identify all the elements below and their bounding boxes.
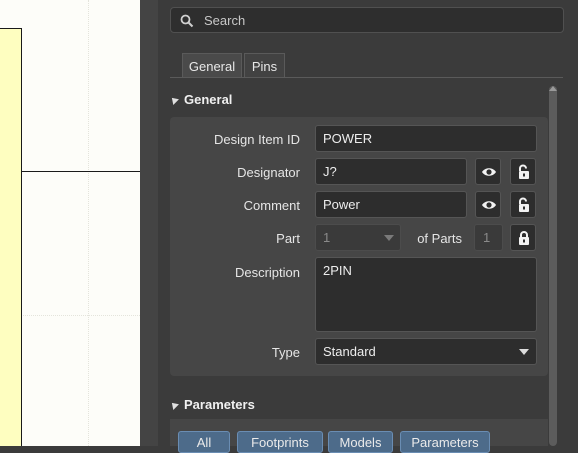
search-input[interactable]: Search	[170, 7, 564, 33]
design-item-id-field[interactable]: POWER	[315, 125, 537, 152]
search-icon	[180, 14, 194, 28]
type-label: Type	[271, 345, 300, 360]
general-section-title: General	[184, 92, 233, 107]
designator-visibility-button[interactable]	[475, 158, 501, 185]
part-lock-button[interactable]	[510, 224, 536, 251]
designator-label: Designator	[237, 165, 300, 180]
unlock-icon	[519, 164, 529, 179]
collapse-triangle-icon	[169, 95, 179, 105]
parameters-section-title: Parameters	[184, 397, 255, 412]
schematic-canvas[interactable]	[0, 0, 140, 446]
eye-icon	[482, 168, 496, 176]
part-label: Part	[276, 231, 300, 246]
tab-pins[interactable]: Pins	[244, 53, 285, 78]
of-parts-field: 1	[474, 224, 503, 251]
eye-icon	[482, 201, 496, 209]
tab-divider	[170, 77, 563, 78]
filter-models-button[interactable]: Models	[328, 431, 393, 453]
comment-lock-button[interactable]	[510, 191, 536, 218]
comment-visibility-button[interactable]	[475, 191, 501, 218]
type-select[interactable]: Standard	[315, 338, 537, 365]
grid-line	[88, 0, 90, 446]
description-label: Description	[234, 265, 300, 280]
filter-parameters-button[interactable]: Parameters	[400, 431, 490, 453]
general-section-header[interactable]: General	[169, 92, 233, 107]
type-select-value: Standard	[323, 344, 376, 359]
collapse-triangle-icon	[169, 400, 179, 410]
parameters-section-header[interactable]: Parameters	[169, 397, 255, 412]
panel-edge	[140, 0, 158, 446]
tab-general[interactable]: General	[182, 53, 242, 78]
of-parts-label: of Parts	[417, 231, 462, 246]
design-item-id-label: Design Item ID	[214, 132, 300, 147]
lock-icon	[519, 231, 529, 245]
search-placeholder: Search	[204, 13, 246, 28]
designator-lock-button[interactable]	[510, 158, 536, 185]
filter-footprints-button[interactable]: Footprints	[237, 431, 323, 453]
scroll-up-icon[interactable]	[549, 86, 557, 91]
wire[interactable]	[21, 171, 140, 172]
chevron-down-icon	[519, 349, 529, 355]
filter-all-button[interactable]: All	[178, 431, 230, 453]
unlock-icon	[519, 197, 529, 212]
part-select-value: 1	[323, 230, 331, 245]
properties-panel: Search General Pins General Design Item …	[140, 0, 578, 453]
comment-label: Comment	[243, 198, 300, 213]
component-body[interactable]	[0, 28, 22, 446]
grid-line	[21, 315, 140, 317]
description-field[interactable]: 2PIN	[315, 257, 537, 332]
panel-scrollbar[interactable]	[549, 86, 557, 446]
comment-field[interactable]: Power	[315, 191, 467, 218]
designator-field[interactable]: J?	[315, 158, 467, 185]
